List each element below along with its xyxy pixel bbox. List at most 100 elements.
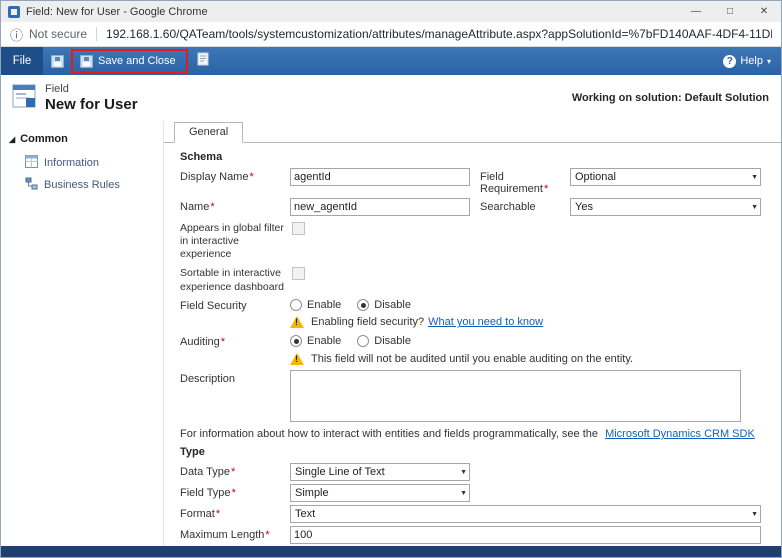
schema-heading: Schema [180,151,767,163]
type-heading: Type [180,446,767,458]
required-marker: * [265,529,269,541]
field-entity-icon [11,83,37,114]
security-label: Not secure [29,27,87,41]
field-security-disable-label: Disable [374,299,411,311]
auditing-label: Auditing* [180,333,290,350]
auditing-row: Auditing* Enable Disable [180,333,767,350]
sidebar-item-business-rules[interactable]: Business Rules [1,174,163,196]
information-icon [25,155,38,171]
sortable-checkbox[interactable] [292,267,305,280]
what-you-need-to-know-link[interactable]: What you need to know [428,316,543,328]
chevron-down-icon: ▾ [767,57,771,66]
display-name-input[interactable] [290,168,470,186]
help-button[interactable]: ? Help ▾ [723,55,771,68]
field-security-note-text: Enabling field security? [311,316,424,328]
global-filter-checkbox[interactable] [292,222,305,235]
global-filter-row: Appears in global filter in interactive … [180,219,767,261]
field-security-enable-radio[interactable] [290,299,302,311]
field-type-select[interactable]: Simple ▼ [290,484,470,502]
sidebar-item-label: Information [44,157,99,169]
file-button[interactable]: File [1,47,43,75]
field-security-label: Field Security [180,297,290,314]
name-label: Name* [180,198,290,215]
sidebar-section-common[interactable]: ◢ Common [1,133,163,145]
window-controls: — □ ✕ [679,1,781,22]
browser-window: Field: New for User - Google Chrome — □ … [0,0,782,558]
auditing-enable-label: Enable [307,335,341,347]
dropdown-arrow-icon: ▼ [456,469,467,476]
description-row: Description [180,370,767,425]
address-bar[interactable]: ⓘ Not secure 192.168.1.60/QATeam/tools/s… [1,22,781,47]
entity-type-label: Field [45,83,138,95]
working-on-solution-label: Working on solution: Default Solution [572,92,771,104]
required-marker: * [221,336,225,348]
maximum-length-row: Maximum Length* [180,526,767,544]
field-requirement-select[interactable]: Optional ▼ [570,168,761,186]
body-area: ◢ Common Information Business Rules Gene… [1,121,781,546]
url-text[interactable]: 192.168.1.60/QATeam/tools/systemcustomiz… [106,27,772,41]
main-panel: General Schema Display Name* Field Requi… [164,121,781,546]
auditing-note-text: This field will not be audited until you… [311,353,633,365]
dropdown-arrow-icon: ▼ [747,174,758,181]
global-filter-label: Appears in global filter in interactive … [180,219,292,261]
description-textarea[interactable] [290,370,741,422]
sortable-row: Sortable in interactive experience dashb… [180,264,767,293]
maximum-length-input[interactable] [290,526,761,544]
field-security-note: Enabling field security? What you need t… [290,316,767,328]
format-select[interactable]: Text ▼ [290,505,761,523]
expander-icon[interactable]: ◢ [9,135,15,144]
maximize-icon[interactable]: □ [713,1,747,22]
sortable-label: Sortable in interactive experience dashb… [180,264,292,293]
field-security-enable-label: Enable [307,299,341,311]
display-name-label: Display Name* [180,168,290,185]
auditing-disable-radio[interactable] [357,335,369,347]
dropdown-arrow-icon: ▼ [747,204,758,211]
searchable-label: Searchable [480,198,570,213]
save-and-close-button[interactable]: Save and Close [76,52,180,71]
sidebar-item-information[interactable]: Information [1,152,163,174]
warning-icon [290,353,304,365]
required-marker: * [210,201,214,213]
dropdown-arrow-icon: ▼ [456,490,467,497]
field-security-disable-radio[interactable] [357,299,369,311]
sdk-note-text: For information about how to interact wi… [180,428,598,440]
save-icon[interactable] [51,55,64,68]
close-icon[interactable]: ✕ [747,1,781,22]
searchable-select[interactable]: Yes ▼ [570,198,761,216]
save-and-close-label: Save and Close [98,55,176,67]
page-favicon-icon [8,6,20,18]
auditing-enable-radio[interactable] [290,335,302,347]
required-marker: * [216,508,220,520]
page-title: New for User [45,96,138,113]
command-ribbon: File Save and Close ? Help ▾ [1,47,781,75]
general-form: Schema Display Name* Field Requirement* … [164,143,781,546]
auditing-disable-label: Disable [374,335,411,347]
name-input[interactable] [290,198,470,216]
required-marker: * [249,171,253,183]
required-marker: * [231,466,235,478]
document-icon[interactable] [197,52,210,71]
field-type-row: Field Type* Simple ▼ [180,484,767,502]
dropdown-arrow-icon: ▼ [747,511,758,518]
warning-icon [290,316,304,328]
tab-general[interactable]: General [174,122,243,143]
window-title: Field: New for User - Google Chrome [26,6,208,18]
format-row: Format* Text ▼ [180,505,767,523]
sidebar: ◢ Common Information Business Rules [1,121,164,546]
page-header: Field New for User Working on solution: … [1,75,781,121]
data-type-select[interactable]: Single Line of Text ▼ [290,463,470,481]
display-name-row: Display Name* Field Requirement* Optiona… [180,168,767,195]
sdk-note: For information about how to interact wi… [180,428,767,440]
maximum-length-label: Maximum Length* [180,526,290,543]
crm-sdk-link[interactable]: Microsoft Dynamics CRM SDK [605,428,755,440]
required-marker: * [544,183,548,195]
bottom-status-bar [1,546,781,557]
help-label: Help [740,55,763,67]
format-label: Format* [180,505,290,522]
data-type-row: Data Type* Single Line of Text ▼ [180,463,767,481]
sidebar-section-label: Common [20,133,68,145]
info-icon[interactable]: ⓘ [10,25,23,44]
help-icon: ? [723,55,736,68]
field-requirement-label: Field Requirement* [480,168,570,195]
minimize-icon[interactable]: — [679,1,713,22]
